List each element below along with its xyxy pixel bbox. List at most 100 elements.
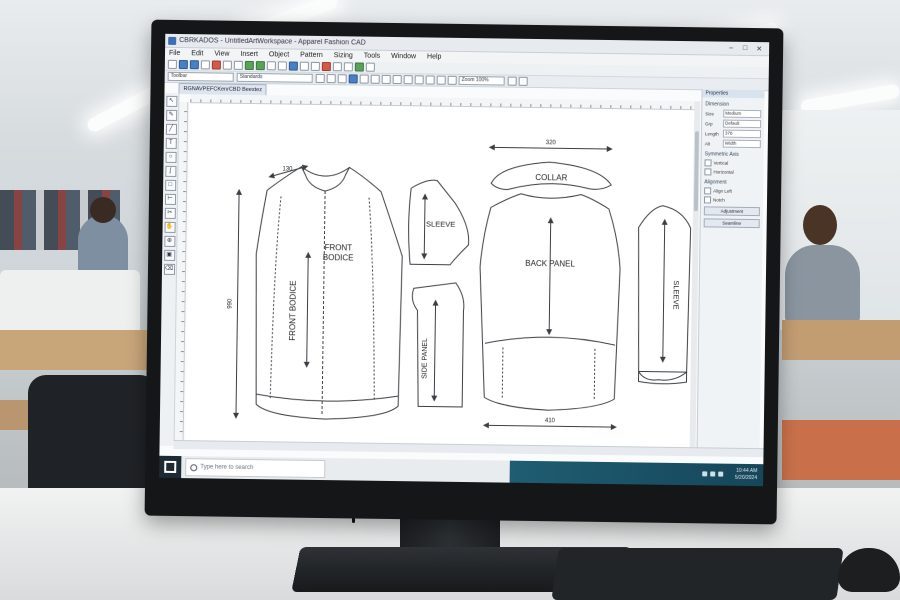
menu-tools[interactable]: Tools: [364, 53, 380, 60]
zoom-icon[interactable]: ⊕: [163, 235, 175, 247]
properties-tab[interactable]: Properties: [702, 89, 765, 99]
menu-window[interactable]: Window: [391, 53, 416, 60]
bold-icon[interactable]: [315, 73, 325, 84]
open-folder-icon[interactable]: [178, 59, 188, 70]
line-icon[interactable]: [381, 74, 391, 84]
network-icon[interactable]: [702, 471, 708, 477]
redo-icon[interactable]: [255, 61, 265, 71]
menu-help[interactable]: Help: [427, 53, 442, 60]
line-tool-icon[interactable]: ╱: [165, 123, 177, 135]
taskbar-search[interactable]: Type here to search: [185, 458, 326, 479]
front-label-line1: FRONT: [324, 243, 352, 252]
drawing-canvas[interactable]: 130 990 FRONT BODICE FRONT BODICE SLEEVE…: [185, 103, 695, 448]
clock[interactable]: 10:44 AM 5/20/2024: [735, 468, 757, 482]
zoom-out-icon[interactable]: [359, 74, 369, 84]
keyboard[interactable]: [551, 548, 844, 600]
maximize-button[interactable]: □: [738, 45, 752, 52]
large-sleeve-label: SLEEVE: [671, 280, 680, 309]
mirror-icon[interactable]: [332, 62, 342, 72]
hand-icon[interactable]: ✋: [164, 221, 176, 233]
system-tray: [699, 471, 724, 477]
rectangle-icon[interactable]: □: [164, 179, 176, 191]
marker-icon[interactable]: [436, 75, 446, 85]
menu-insert[interactable]: Insert: [240, 51, 258, 58]
vertical-checkbox[interactable]: Vertical: [704, 159, 760, 167]
new-file-icon[interactable]: [167, 59, 177, 69]
nest-icon[interactable]: [447, 75, 457, 85]
side-panel-label: SIDE PANEL: [422, 338, 430, 379]
align-icon[interactable]: [337, 74, 347, 84]
notch-icon[interactable]: [310, 61, 320, 71]
pattern-tool-icon[interactable]: [288, 61, 298, 71]
alignment-heading: Alignment: [704, 179, 727, 186]
settings-icon[interactable]: [518, 76, 528, 86]
grid-icon[interactable]: [266, 61, 276, 71]
fit-icon[interactable]: [507, 76, 517, 86]
curve-tool-icon[interactable]: ∫: [164, 165, 176, 177]
style-combo[interactable]: Toolbar: [167, 71, 234, 82]
collar-dimension: 320: [546, 140, 557, 146]
rotate-icon[interactable]: [343, 62, 353, 72]
eraser-icon[interactable]: ⌫: [163, 263, 175, 275]
prop-row-width: Alt Width: [705, 139, 761, 149]
text-icon[interactable]: T: [165, 137, 177, 149]
pen-icon[interactable]: ✎: [165, 109, 177, 121]
zoom-in-icon[interactable]: [348, 74, 358, 84]
scissors-icon[interactable]: ✂: [164, 207, 176, 219]
font-combo[interactable]: Standards: [236, 72, 313, 83]
undo-icon[interactable]: [244, 60, 254, 71]
ruler-icon[interactable]: ⊢: [164, 193, 176, 205]
menu-sizing[interactable]: Sizing: [334, 52, 353, 59]
italic-icon[interactable]: [326, 74, 336, 84]
start-button[interactable]: [159, 455, 182, 479]
volume-icon[interactable]: [710, 471, 716, 477]
side-panel-piece: [411, 282, 465, 408]
adjustment-button[interactable]: Adjustment: [703, 206, 760, 217]
grading-icon[interactable]: [299, 61, 309, 71]
paste-icon[interactable]: [233, 60, 243, 70]
buttonhole-icon[interactable]: [425, 75, 435, 85]
save-icon[interactable]: [189, 60, 199, 70]
menu-file[interactable]: File: [169, 50, 180, 57]
copy-icon[interactable]: [222, 60, 232, 70]
dart-icon[interactable]: [403, 75, 413, 85]
align-left-checkbox[interactable]: Align Left: [704, 187, 760, 195]
seam-icon[interactable]: [321, 61, 331, 72]
layer-icon[interactable]: [354, 62, 364, 72]
pattern-drawing: 130 990 FRONT BODICE FRONT BODICE SLEEVE…: [227, 140, 692, 431]
horizontal-checkbox[interactable]: Horizontal: [704, 168, 760, 176]
menu-object[interactable]: Object: [269, 51, 289, 58]
screen: CBRKADOS - UntitledArtWorkspace - Appare…: [159, 33, 770, 487]
scroll-thumb[interactable]: [693, 131, 699, 212]
curve-icon[interactable]: [392, 74, 402, 85]
dimension-heading: Dimension: [705, 101, 730, 108]
width-field[interactable]: Width: [722, 139, 761, 149]
clock-date: 5/20/2024: [734, 474, 758, 482]
notch-checkbox[interactable]: Notch: [703, 196, 760, 204]
pointer-icon[interactable]: ↖: [165, 95, 177, 107]
menu-pattern[interactable]: Pattern: [300, 52, 323, 59]
zoom-combo[interactable]: Zoom 100%: [458, 75, 505, 86]
front-bodice-vertical-label: FRONT BODICE: [288, 280, 298, 340]
length-field[interactable]: 378: [722, 129, 762, 139]
menu-view[interactable]: View: [214, 50, 229, 57]
cut-icon[interactable]: [211, 60, 221, 70]
measure-icon[interactable]: [277, 61, 287, 71]
checkbox-label: Notch: [712, 197, 725, 203]
circle-icon[interactable]: ○: [164, 151, 177, 163]
select-icon[interactable]: [370, 74, 380, 84]
monitor: CBRKADOS - UntitledArtWorkspace - Appare…: [144, 19, 784, 525]
size-field[interactable]: Medium: [723, 109, 762, 119]
seamline-button[interactable]: Seamline: [703, 218, 760, 229]
battery-icon[interactable]: [718, 471, 724, 477]
fill-icon[interactable]: ▣: [163, 249, 175, 261]
minimize-button[interactable]: –: [724, 45, 738, 52]
group-field[interactable]: Default: [723, 119, 762, 129]
pleat-icon[interactable]: [414, 75, 424, 85]
menu-edit[interactable]: Edit: [191, 50, 203, 57]
checkbox-label: Align Left: [713, 188, 732, 194]
print-icon[interactable]: [200, 60, 210, 70]
close-button[interactable]: ✕: [752, 45, 766, 53]
collar-label: COLLAR: [535, 173, 567, 182]
text-tool-icon[interactable]: [365, 62, 375, 72]
